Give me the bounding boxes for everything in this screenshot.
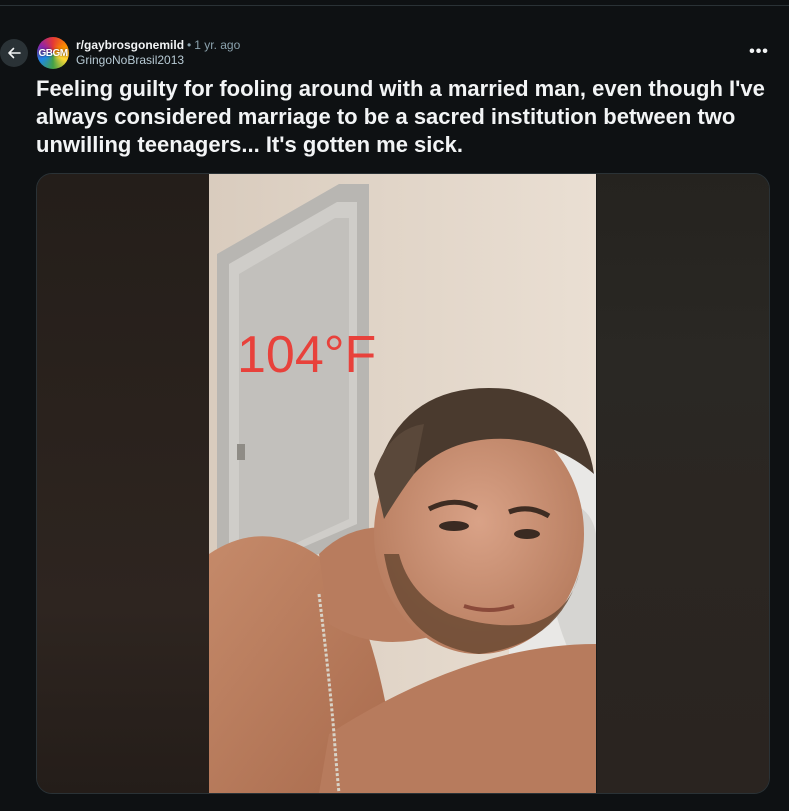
more-options-button[interactable]: ••• <box>748 42 770 62</box>
meta-separator: • <box>187 38 192 52</box>
subreddit-avatar[interactable]: GBGM <box>37 37 69 69</box>
post-image[interactable]: 104°F <box>209 174 596 793</box>
subreddit-link[interactable]: r/gaybrosgonemild <box>76 38 184 52</box>
temperature-overlay: 104°F <box>237 326 377 384</box>
post-meta: r/gaybrosgonemild • 1 yr. ago GringoNoBras… <box>76 38 240 68</box>
post-time: 1 yr. ago <box>194 38 241 52</box>
top-divider <box>0 5 789 6</box>
avatar-text: GBGM <box>38 47 68 59</box>
post-title: Feeling guilty for fooling around with a… <box>36 76 765 157</box>
photo-illustration <box>209 174 596 793</box>
more-horizontal-icon: ••• <box>749 43 769 60</box>
media-blur-right <box>597 174 769 793</box>
author-link[interactable]: GringoNoBrasil2013 <box>76 53 240 68</box>
post-media[interactable]: 104°F <box>36 173 770 794</box>
arrow-left-icon <box>8 47 21 59</box>
media-blur-left <box>37 174 209 793</box>
back-button[interactable] <box>0 39 28 67</box>
